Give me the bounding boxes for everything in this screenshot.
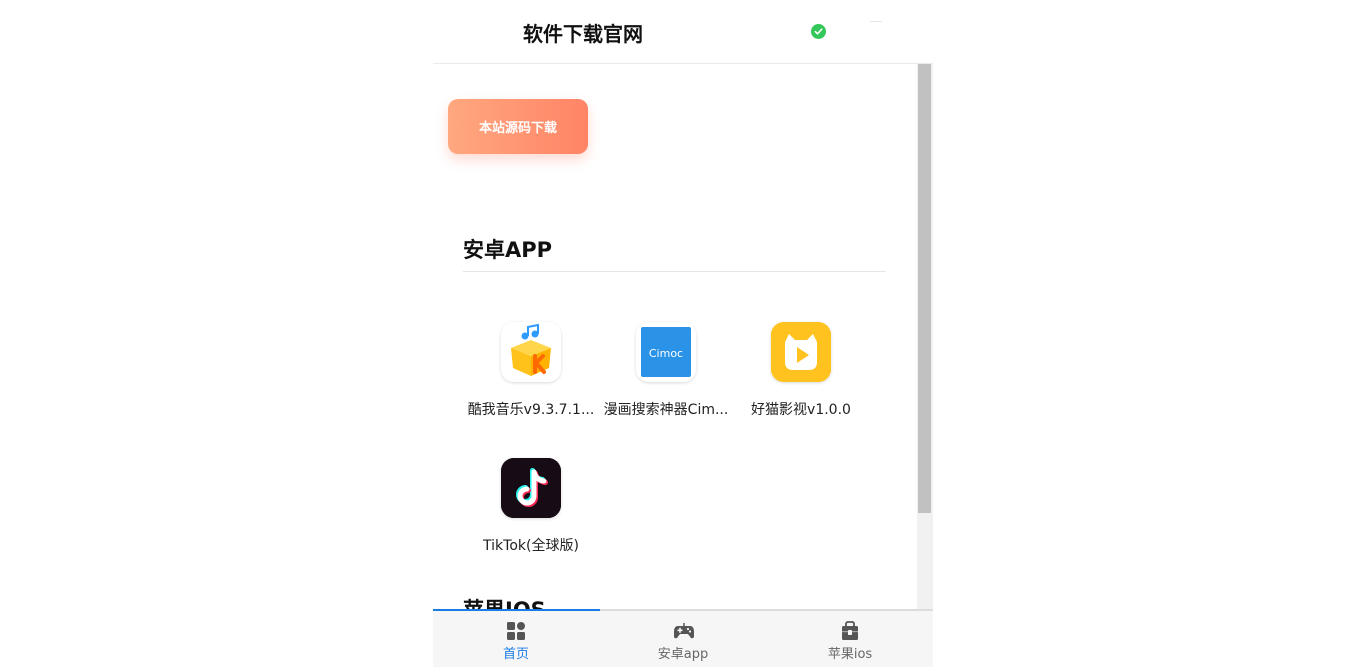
header-decoration bbox=[870, 21, 882, 22]
app-name[interactable]: 漫画搜索神器Cim... bbox=[598, 399, 734, 419]
page-title: 软件下载官网 bbox=[523, 22, 643, 46]
lock-box-icon bbox=[840, 621, 860, 641]
section-divider bbox=[463, 271, 886, 272]
source-download-button[interactable]: 本站源码下载 bbox=[448, 99, 588, 154]
top-bar: 软件下载官网 bbox=[433, 0, 933, 64]
haomao-video-icon[interactable] bbox=[771, 322, 831, 382]
section-title-ios: 苹果IOS bbox=[463, 594, 546, 609]
home-grid-icon bbox=[506, 621, 526, 641]
kuwo-music-icon[interactable] bbox=[501, 322, 561, 382]
tab-label: 首页 bbox=[502, 647, 529, 662]
tab-label: 安卓app bbox=[657, 647, 709, 662]
app-frame: 软件下载官网 本站源码下载 安卓APP 酷我音乐v9.3.7.1... Cimo… bbox=[433, 0, 933, 667]
app-name[interactable]: 好猫影视v1.0.0 bbox=[733, 399, 869, 419]
cimoc-icon[interactable]: Cimoc bbox=[636, 322, 696, 382]
gamepad-icon bbox=[673, 621, 694, 641]
tab-label: 苹果ios bbox=[827, 647, 873, 662]
cimoc-icon-text: Cimoc bbox=[649, 347, 683, 360]
tiktok-icon[interactable] bbox=[501, 458, 561, 518]
verified-check-icon bbox=[811, 24, 826, 39]
tab-home[interactable]: 首页 bbox=[433, 611, 599, 667]
bottom-tab-bar: 首页 安卓app 苹果ios bbox=[433, 609, 933, 667]
main-content[interactable]: 本站源码下载 安卓APP 酷我音乐v9.3.7.1... Cimoc 漫画搜索神… bbox=[433, 64, 917, 609]
app-name[interactable]: 酷我音乐v9.3.7.1... bbox=[463, 399, 599, 419]
app-name[interactable]: TikTok(全球版) bbox=[463, 535, 599, 555]
scrollbar-thumb[interactable] bbox=[918, 64, 931, 513]
section-title-android: 安卓APP bbox=[463, 238, 553, 262]
tab-ios[interactable]: 苹果ios bbox=[767, 611, 933, 667]
tab-android[interactable]: 安卓app bbox=[600, 611, 766, 667]
